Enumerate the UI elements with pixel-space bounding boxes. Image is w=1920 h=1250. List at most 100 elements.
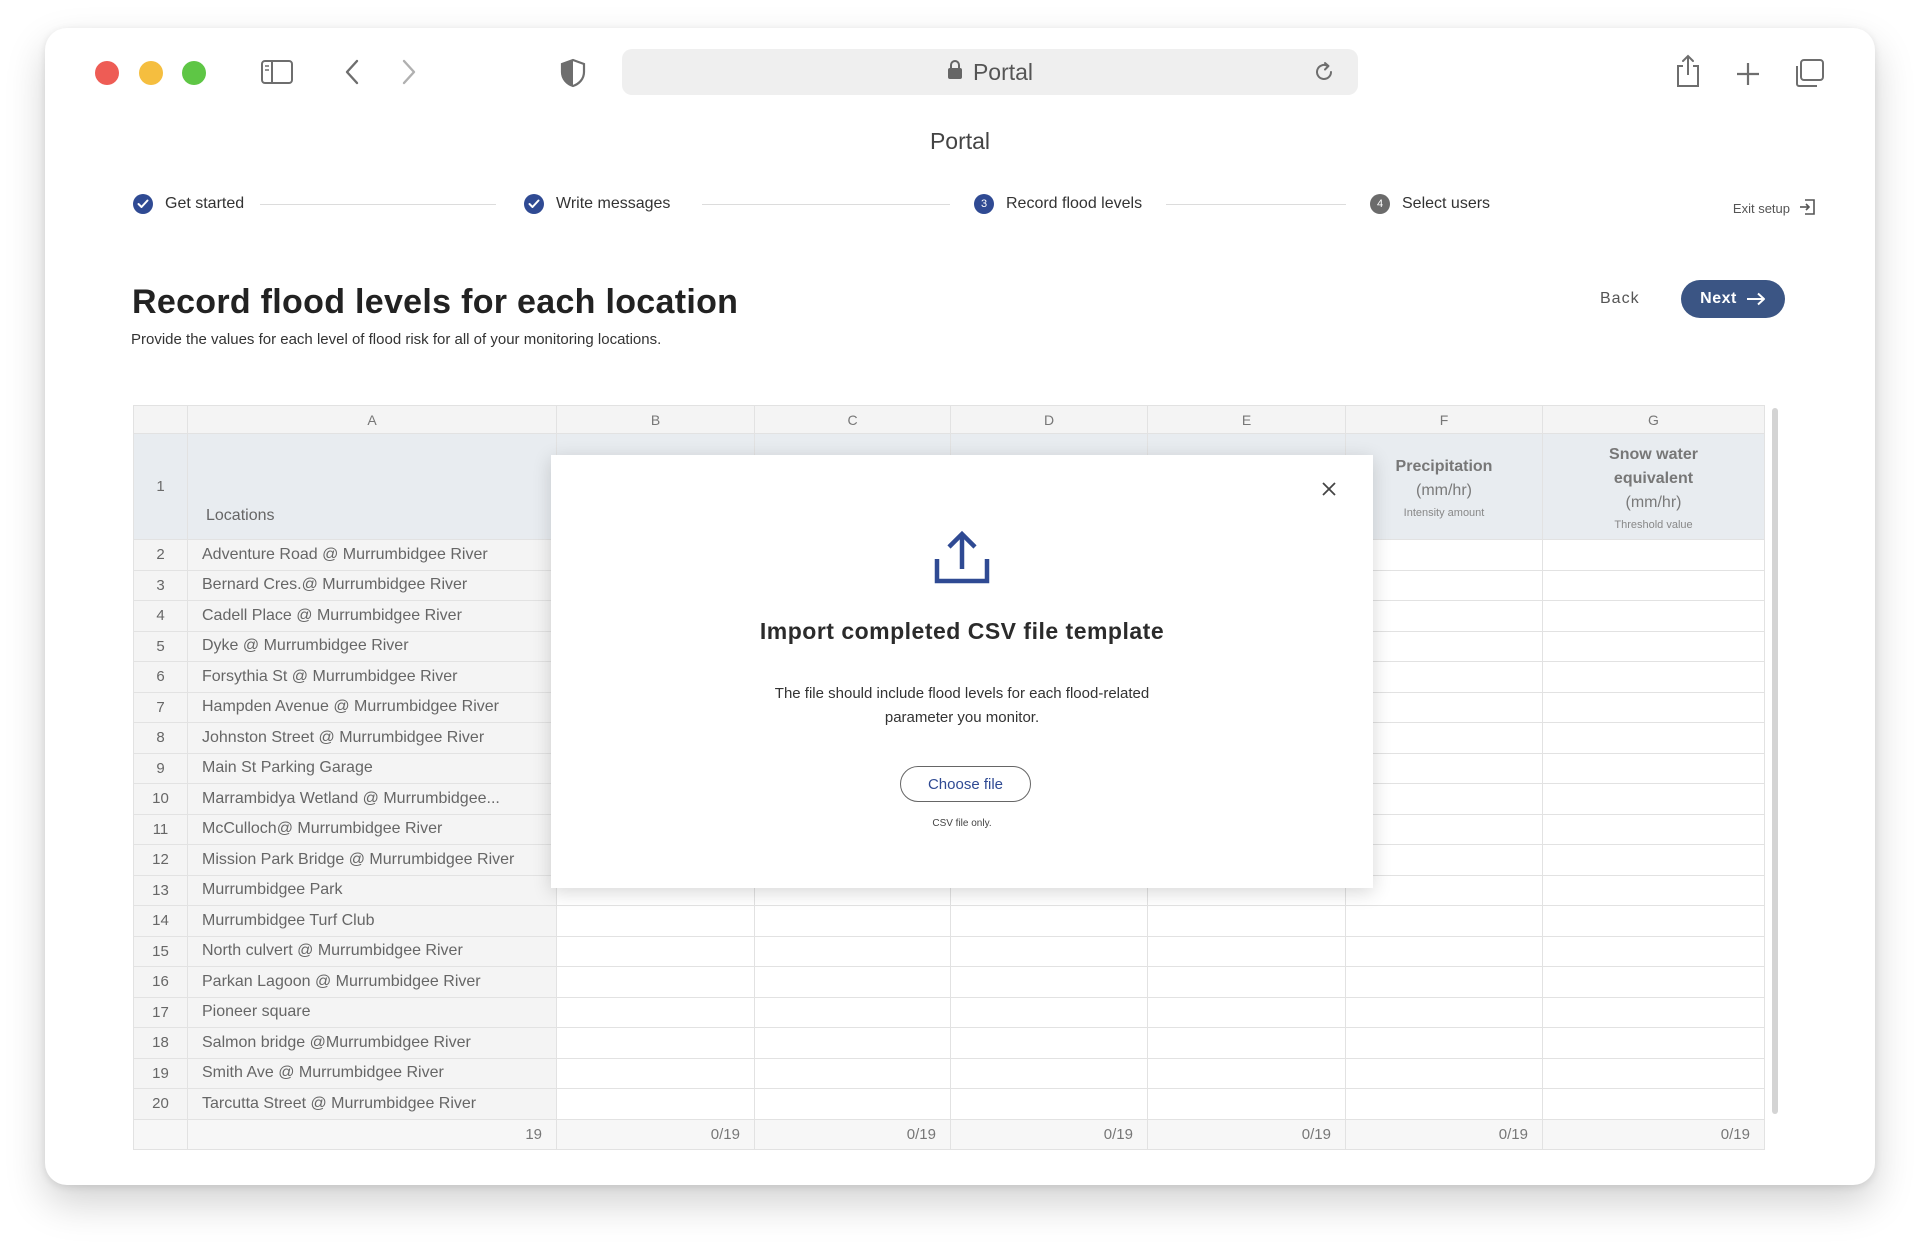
value-cell[interactable] [754,1088,951,1120]
lock-icon [947,59,963,85]
value-cell[interactable] [1345,966,1543,998]
value-cell[interactable] [1345,813,1543,845]
value-cell[interactable] [950,1027,1148,1059]
value-cell[interactable] [1542,661,1765,693]
new-tab-icon[interactable] [1735,61,1761,87]
value-cell[interactable] [1345,1057,1543,1089]
minimize-window-button[interactable] [139,61,163,85]
next-button[interactable]: Next [1681,280,1785,318]
table-row: 16 Parkan Lagoon @ Murrumbidgee River [133,966,1765,998]
value-cell[interactable] [950,996,1148,1028]
step-record-flood-levels[interactable]: 3 Record flood levels [974,194,1142,214]
value-cell[interactable] [1542,630,1765,662]
column-letter[interactable]: D [950,405,1148,434]
value-cell[interactable] [1542,722,1765,754]
tabs-icon[interactable] [1793,58,1825,88]
value-cell[interactable] [754,996,951,1028]
value-cell[interactable] [950,1088,1148,1120]
value-cell[interactable] [1345,661,1543,693]
column-letter[interactable]: F [1345,405,1543,434]
step-get-started[interactable]: Get started [133,194,244,214]
value-cell[interactable] [1542,600,1765,632]
column-letter[interactable]: G [1542,405,1765,434]
value-cell[interactable] [1345,996,1543,1028]
value-cell[interactable] [1542,1057,1765,1089]
value-cell[interactable] [1147,905,1346,937]
value-cell[interactable] [556,1057,755,1089]
reload-icon[interactable] [1312,60,1336,89]
value-cell[interactable] [1345,539,1543,571]
column-letter[interactable]: C [754,405,951,434]
value-cell[interactable] [1345,935,1543,967]
value-cell[interactable] [754,1057,951,1089]
value-cell[interactable] [754,1027,951,1059]
value-cell[interactable] [556,1088,755,1120]
value-cell[interactable] [1542,1088,1765,1120]
value-cell[interactable] [950,1057,1148,1089]
value-cell[interactable] [1147,996,1346,1028]
value-cell[interactable] [1542,844,1765,876]
value-cell[interactable] [1542,691,1765,723]
column-letter[interactable]: E [1147,405,1346,434]
value-cell[interactable] [950,966,1148,998]
value-cell[interactable] [556,935,755,967]
value-cell[interactable] [1345,844,1543,876]
step-write-messages[interactable]: Write messages [524,194,670,214]
sidebar-icon[interactable] [261,60,293,84]
step-select-users[interactable]: 4 Select users [1370,194,1490,214]
value-cell[interactable] [1542,1027,1765,1059]
zoom-window-button[interactable] [182,61,206,85]
choose-file-button[interactable]: Choose file [900,766,1031,802]
value-cell[interactable] [1542,813,1765,845]
value-cell[interactable] [1542,874,1765,906]
close-icon[interactable] [1321,481,1337,502]
share-icon[interactable] [1674,54,1702,88]
address-bar[interactable]: Portal [622,49,1358,95]
close-window-button[interactable] [95,61,119,85]
value-cell[interactable] [1345,722,1543,754]
back-icon[interactable] [344,59,360,85]
value-cell[interactable] [1147,1088,1346,1120]
value-cell[interactable] [754,905,951,937]
value-cell[interactable] [1147,1057,1346,1089]
value-cell[interactable] [1345,874,1543,906]
back-button[interactable]: Back [1600,290,1640,308]
value-cell[interactable] [1542,935,1765,967]
value-cell[interactable] [556,1027,755,1059]
value-cell[interactable] [1345,783,1543,815]
column-letter[interactable]: B [556,405,755,434]
exit-setup-link[interactable]: Exit setup [1733,198,1816,219]
value-cell[interactable] [1345,600,1543,632]
value-cell[interactable] [1345,569,1543,601]
value-cell[interactable] [1542,966,1765,998]
value-cell[interactable] [1345,1027,1543,1059]
sheet-scrollbar[interactable] [1772,408,1778,1114]
value-cell[interactable] [556,996,755,1028]
value-cell[interactable] [1147,966,1346,998]
value-cell[interactable] [1345,752,1543,784]
forward-icon[interactable] [401,59,417,85]
value-cell[interactable] [950,905,1148,937]
value-cell[interactable] [1542,905,1765,937]
value-cell[interactable] [1345,630,1543,662]
value-cell[interactable] [1345,905,1543,937]
column-letter[interactable]: A [187,405,557,434]
value-cell[interactable] [556,966,755,998]
footer-count: 19 [187,1118,557,1150]
value-cell[interactable] [1542,752,1765,784]
shield-icon[interactable] [560,58,586,88]
value-cell[interactable] [1345,1088,1543,1120]
value-cell[interactable] [1542,569,1765,601]
value-cell[interactable] [754,966,951,998]
value-cell[interactable] [950,935,1148,967]
value-cell[interactable] [1542,996,1765,1028]
value-cell[interactable] [1345,691,1543,723]
value-cell[interactable] [1147,1027,1346,1059]
value-cell[interactable] [1542,783,1765,815]
location-cell: Dyke @ Murrumbidgee River [187,630,557,662]
value-cell[interactable] [754,935,951,967]
row-number: 18 [133,1027,188,1059]
value-cell[interactable] [1542,539,1765,571]
value-cell[interactable] [556,905,755,937]
value-cell[interactable] [1147,935,1346,967]
